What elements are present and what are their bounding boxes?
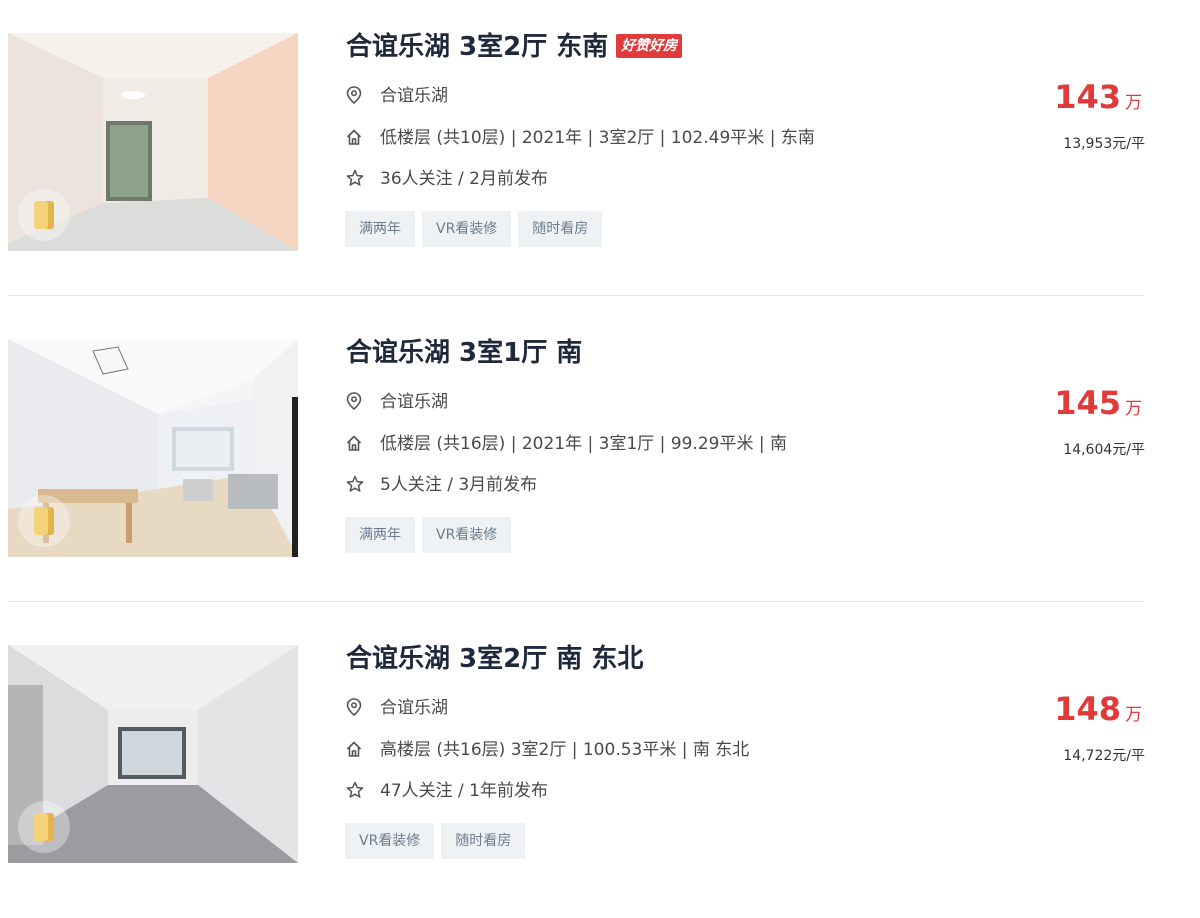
good-house-badge: 好赞好房	[616, 33, 683, 58]
house-info-text: 低楼层 (共16层) | 2021年 | 3室1厅 | 99.29平米 | 南	[380, 434, 788, 454]
vr-cube-icon[interactable]	[18, 801, 70, 853]
star-outline-icon	[346, 475, 364, 493]
listing-list: 合谊乐湖 3室2厅 东南 好赞好房 合谊乐湖 低楼层 (共10层) | 2021年…	[0, 0, 1200, 896]
tag: 满两年	[345, 211, 415, 247]
tag-list: VR看装修 随时看房	[345, 823, 526, 859]
total-price-value: 148	[1054, 690, 1121, 728]
listing-title-text[interactable]: 合谊乐湖 3室1厅 南	[346, 338, 582, 368]
house-icon	[346, 434, 362, 452]
location-pin-icon	[346, 86, 362, 105]
price-unit: 万	[1125, 399, 1142, 419]
divider	[8, 601, 1144, 602]
total-price-value: 143	[1054, 78, 1121, 116]
tag: VR看装修	[345, 823, 435, 859]
follow-info-row: 36人关注 / 2月前发布	[346, 168, 548, 190]
listing-title-text[interactable]: 合谊乐湖 3室2厅 东南	[346, 32, 608, 62]
follow-info-text: 36人关注 / 2月前发布	[380, 169, 548, 189]
total-price: 145 万	[1054, 384, 1142, 422]
total-price-value: 145	[1054, 384, 1121, 422]
community-row: 合谊乐湖	[346, 391, 448, 413]
community-row: 合谊乐湖	[346, 697, 448, 719]
star-outline-icon	[346, 781, 364, 799]
listing-photo[interactable]	[8, 645, 298, 863]
location-pin-icon	[346, 698, 362, 717]
follow-info-text: 5人关注 / 3月前发布	[380, 475, 538, 495]
follow-info-row: 5人关注 / 3月前发布	[346, 474, 537, 496]
tag-list: 满两年 VR看装修 随时看房	[345, 211, 603, 247]
tag: VR看装修	[422, 211, 512, 247]
community-row: 合谊乐湖	[346, 85, 448, 107]
follow-info-text: 47人关注 / 1年前发布	[380, 781, 548, 801]
unit-price: 13,953元/平	[1063, 136, 1145, 152]
listing-photo[interactable]	[8, 339, 298, 557]
unit-price: 14,604元/平	[1063, 442, 1145, 458]
house-info-row: 高楼层 (共16层) 3室2厅 | 100.53平米 | 南 东北	[346, 739, 749, 761]
vr-cube-icon[interactable]	[18, 189, 70, 241]
house-info-text: 高楼层 (共16层) 3室2厅 | 100.53平米 | 南 东北	[380, 740, 750, 760]
listing-card[interactable]: 合谊乐湖 3室2厅 南 东北 合谊乐湖 高楼层 (共16层) 3室2厅 | 10…	[0, 612, 1160, 918]
community-link[interactable]: 合谊乐湖	[380, 86, 448, 106]
house-icon	[346, 740, 362, 758]
listing-photo[interactable]	[8, 33, 298, 251]
vr-cube-icon[interactable]	[18, 495, 70, 547]
star-outline-icon	[346, 169, 364, 187]
listing-title-text[interactable]: 合谊乐湖 3室2厅 南 东北	[346, 644, 643, 674]
house-icon	[346, 128, 362, 146]
tag-list: 满两年 VR看装修	[345, 517, 512, 553]
house-info-text: 低楼层 (共10层) | 2021年 | 3室2厅 | 102.49平米 | 东…	[380, 128, 815, 148]
divider	[8, 295, 1144, 296]
house-info-row: 低楼层 (共16层) | 2021年 | 3室1厅 | 99.29平米 | 南	[346, 433, 787, 455]
total-price: 148 万	[1054, 690, 1142, 728]
location-pin-icon	[346, 392, 362, 411]
listing-card[interactable]: 合谊乐湖 3室2厅 东南 好赞好房 合谊乐湖 低楼层 (共10层) | 2021年…	[0, 0, 1160, 306]
listing-card[interactable]: 合谊乐湖 3室1厅 南 合谊乐湖 低楼层 (共16层) | 2021年 | 3室…	[0, 306, 1160, 612]
tag: 随时看房	[441, 823, 526, 859]
community-link[interactable]: 合谊乐湖	[380, 392, 448, 412]
listing-title[interactable]: 合谊乐湖 3室2厅 南 东北	[346, 642, 643, 676]
tag: VR看装修	[422, 517, 512, 553]
price-unit: 万	[1125, 93, 1142, 113]
follow-info-row: 47人关注 / 1年前发布	[346, 780, 548, 802]
tag: 满两年	[345, 517, 415, 553]
community-link[interactable]: 合谊乐湖	[380, 698, 448, 718]
tag: 随时看房	[518, 211, 603, 247]
total-price: 143 万	[1054, 78, 1142, 116]
house-info-row: 低楼层 (共10层) | 2021年 | 3室2厅 | 102.49平米 | 东…	[346, 127, 815, 149]
listing-title[interactable]: 合谊乐湖 3室2厅 东南 好赞好房	[346, 30, 683, 64]
unit-price: 14,722元/平	[1063, 748, 1145, 764]
price-unit: 万	[1125, 705, 1142, 725]
listing-title[interactable]: 合谊乐湖 3室1厅 南	[346, 336, 582, 370]
